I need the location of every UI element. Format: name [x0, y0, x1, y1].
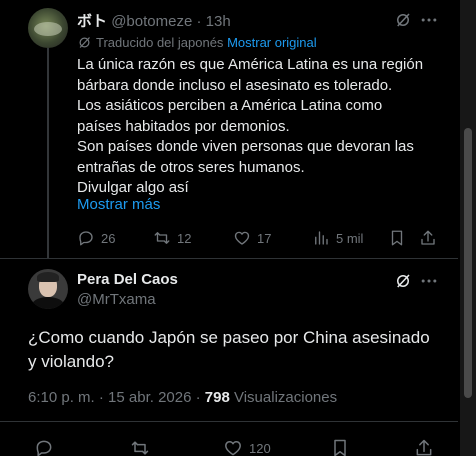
- grok-icon[interactable]: [394, 272, 412, 290]
- thread-line: [47, 48, 49, 258]
- tweet-text-line: Los asiáticos perciben a América Latina …: [77, 97, 383, 114]
- tweet-actions: 120: [28, 438, 448, 456]
- views-label: Visualizaciones: [233, 389, 338, 406]
- conversation: ボト @botomeze · 13h Traducido del japonés…: [0, 0, 458, 456]
- like-count: 17: [257, 230, 272, 246]
- views-button[interactable]: 5 mil: [312, 228, 363, 248]
- reply-button[interactable]: 26: [77, 228, 115, 248]
- avatar[interactable]: [28, 269, 68, 309]
- tweet-text: ¿Como cuando Japón se paseo por China as…: [28, 326, 448, 374]
- repost-count: 12: [177, 230, 192, 246]
- parent-tweet[interactable]: ボト @botomeze · 13h Traducido del japonés…: [0, 0, 458, 258]
- reply-count: 26: [101, 230, 116, 246]
- more-options-icon[interactable]: [419, 10, 439, 30]
- heart-icon: [234, 231, 250, 245]
- like-button[interactable]: 120: [223, 438, 271, 456]
- share-icon: [421, 230, 435, 245]
- tweet-text-line: bárbara donde incluso el asesinato es to…: [77, 76, 393, 94]
- repost-button[interactable]: [130, 438, 156, 456]
- heart-icon: [225, 441, 241, 456]
- author-handle[interactable]: @MrTxama: [77, 291, 156, 308]
- share-button[interactable]: [419, 228, 443, 248]
- tweet-text: La única razón es que América Latina es …: [77, 55, 447, 199]
- divider: [0, 421, 458, 422]
- tweet-text-line: y violando?: [28, 352, 115, 371]
- views-count: 5 mil: [336, 230, 364, 246]
- tweet-text-line: ¿Como cuando Japón se paseo por China as…: [28, 328, 430, 347]
- bookmark-button[interactable]: [330, 438, 356, 456]
- tweet-timestamp[interactable]: 6:10 p. m. · 15 abr. 2026 ·: [28, 389, 201, 406]
- show-original-link[interactable]: Mostrar original: [227, 35, 317, 50]
- repost-icon: [154, 232, 170, 244]
- scrollbar-thumb[interactable]: [464, 128, 472, 398]
- tweet-actions: 26 12 17 5 mil: [77, 228, 439, 248]
- bookmark-icon: [391, 230, 403, 246]
- reply-icon: [79, 231, 93, 246]
- scrollbar[interactable]: [460, 0, 476, 456]
- grok-icon[interactable]: [394, 11, 412, 29]
- like-button[interactable]: 17: [233, 228, 271, 248]
- tweet-text-line: Son países donde viven personas que devo…: [77, 138, 414, 155]
- divider: [0, 258, 458, 259]
- translation-note: Traducido del japonés Mostrar original: [77, 35, 317, 50]
- tweet-metadata: 6:10 p. m. · 15 abr. 2026 · 798 Visualiz…: [28, 389, 337, 406]
- tweet-text-line: entrañas de otros seres humanos.: [77, 158, 305, 176]
- avatar[interactable]: [28, 8, 68, 48]
- views-count: 798: [204, 389, 230, 406]
- author-handle[interactable]: @botomeze: [111, 13, 192, 30]
- reply-button[interactable]: [34, 438, 60, 456]
- repost-button[interactable]: 12: [153, 228, 191, 248]
- like-count: 120: [249, 440, 271, 456]
- share-button[interactable]: [414, 438, 440, 456]
- repost-icon: [131, 441, 149, 455]
- author-name[interactable]: ボト: [77, 13, 107, 30]
- show-more-link[interactable]: Mostrar más: [77, 196, 160, 213]
- tweet-text-line: La única razón es que América Latina es …: [77, 56, 424, 73]
- reply-icon: [36, 440, 52, 456]
- analytics-icon: [315, 231, 328, 245]
- more-options-icon[interactable]: [419, 271, 439, 291]
- bookmark-button[interactable]: [388, 228, 412, 248]
- tweet-time[interactable]: · 13h: [196, 13, 230, 30]
- timeline-page: ボト @botomeze · 13h Traducido del japonés…: [0, 0, 476, 456]
- author-name[interactable]: Pera Del Caos: [77, 271, 178, 288]
- bookmark-icon: [334, 439, 346, 456]
- translate-icon: [79, 37, 90, 48]
- share-icon: [416, 439, 432, 456]
- tweet-header: ボト @botomeze · 13h: [77, 10, 231, 31]
- tweet-text-line: países habitados por demonios.: [77, 117, 290, 135]
- translated-label: Traducido del japonés: [96, 35, 224, 50]
